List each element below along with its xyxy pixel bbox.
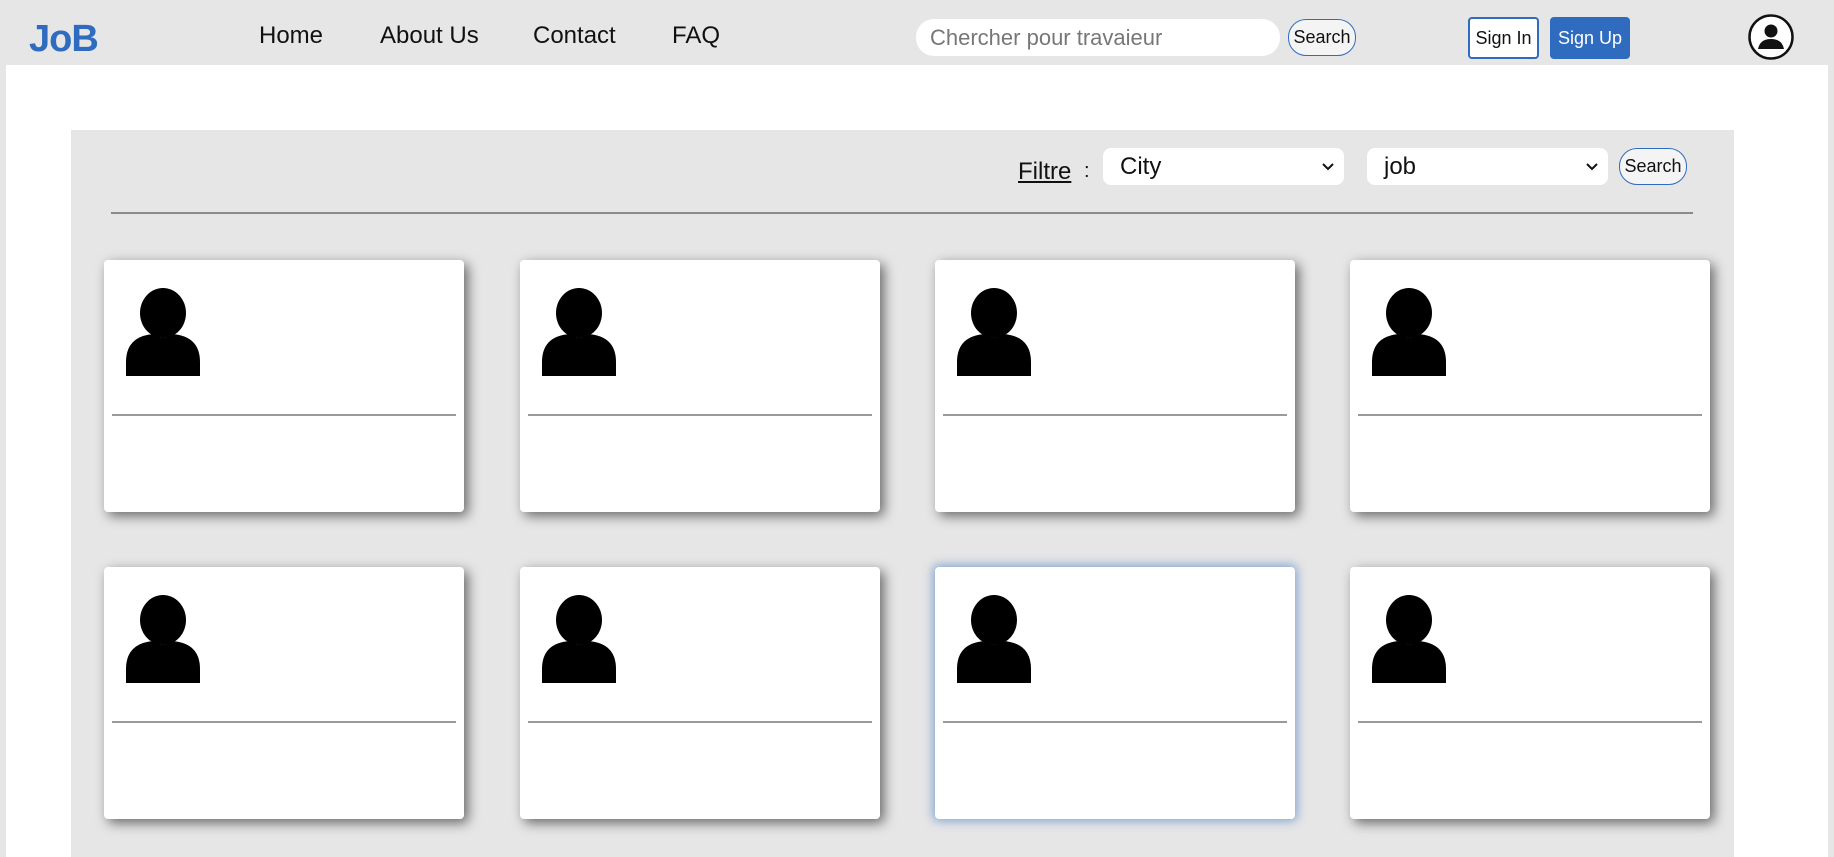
person-icon: [126, 288, 200, 376]
header-search-button[interactable]: Search: [1288, 19, 1356, 56]
worker-card[interactable]: [1350, 260, 1710, 512]
card-divider: [528, 721, 872, 723]
worker-card[interactable]: [520, 260, 880, 512]
page: JoB Home About Us Contact FAQ Search Sig…: [6, 8, 1828, 857]
sign-in-button[interactable]: Sign In: [1468, 17, 1539, 59]
card-divider: [1358, 721, 1702, 723]
chevron-down-icon: [1586, 163, 1598, 171]
person-icon: [542, 288, 616, 376]
card-divider: [112, 721, 456, 723]
filter-search-button[interactable]: Search: [1619, 148, 1687, 185]
person-icon: [957, 595, 1031, 683]
worker-card[interactable]: [104, 260, 464, 512]
chevron-down-icon: [1322, 163, 1334, 171]
filter-divider: [111, 212, 1693, 214]
nav-link-home[interactable]: Home: [259, 22, 323, 50]
worker-card-focused[interactable]: [935, 567, 1295, 819]
navbar: JoB Home About Us Contact FAQ Search Sig…: [6, 8, 1828, 65]
sign-up-button[interactable]: Sign Up: [1550, 17, 1630, 59]
card-divider: [1358, 414, 1702, 416]
nav-link-about-us[interactable]: About Us: [380, 22, 479, 50]
card-divider: [943, 721, 1287, 723]
city-select[interactable]: City: [1103, 148, 1344, 185]
filter-separator: :: [1084, 160, 1090, 182]
person-icon: [542, 595, 616, 683]
nav-link-faq[interactable]: FAQ: [672, 22, 720, 50]
person-icon: [957, 288, 1031, 376]
worker-card[interactable]: [104, 567, 464, 819]
search-input[interactable]: [916, 19, 1280, 56]
job-select[interactable]: job: [1367, 148, 1608, 185]
person-icon: [1372, 288, 1446, 376]
card-divider: [112, 414, 456, 416]
person-icon: [126, 595, 200, 683]
person-icon: [1372, 595, 1446, 683]
worker-card[interactable]: [935, 260, 1295, 512]
user-circle-icon[interactable]: [1748, 14, 1794, 60]
nav-link-contact[interactable]: Contact: [533, 22, 616, 50]
job-select-value: job: [1384, 152, 1417, 180]
results-panel: Filtre : City job Search: [71, 130, 1734, 857]
city-select-value: City: [1120, 152, 1162, 180]
filter-label: Filtre: [1018, 158, 1072, 185]
card-divider: [528, 414, 872, 416]
card-divider: [943, 414, 1287, 416]
worker-card[interactable]: [520, 567, 880, 819]
worker-card[interactable]: [1350, 567, 1710, 819]
logo[interactable]: JoB: [29, 18, 99, 61]
